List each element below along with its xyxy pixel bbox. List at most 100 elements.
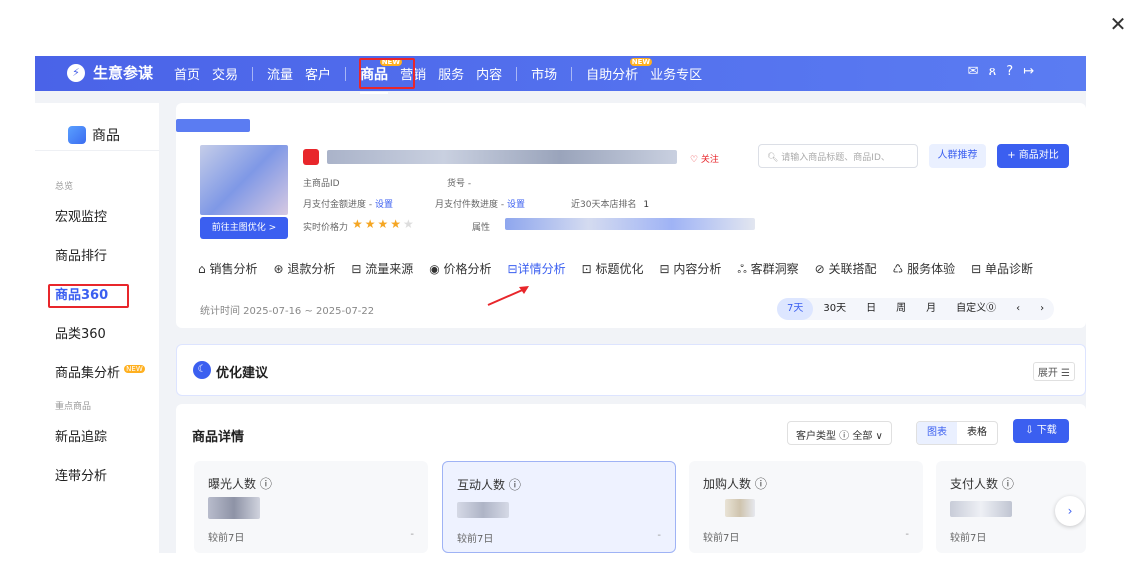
customer-type-select[interactable]: 客户类型 ⓘ 全部 ∨ [787, 421, 892, 445]
item-no-label: 货号 - [447, 179, 472, 189]
price-power-rating: ★★★★★ [352, 217, 416, 231]
goto-main-image-optimize-button[interactable]: 前往主图优化 > [200, 217, 288, 239]
metric-card-add-cart[interactable]: 加购人数 ⓘ 较前7日 - [689, 461, 923, 553]
nav-product[interactable]: 商品 NEW [354, 57, 403, 94]
progress-count-label: 月支付件数进度 - [435, 200, 505, 210]
help-icon[interactable]: ? [1006, 64, 1013, 79]
metric-change: - [657, 530, 661, 541]
stat-date-range: 统计时间 2025-07-16 ~ 2025-07-22 [200, 306, 375, 317]
logout-icon[interactable]: ↦ [1023, 64, 1034, 79]
set-amount-link[interactable]: 设置 [375, 200, 393, 210]
optimization-title: 优化建议 [216, 366, 269, 381]
product-search-input[interactable]: 🔍︎ 请输入商品标题、商品ID、 [758, 144, 918, 168]
set-count-link[interactable]: 设置 [507, 200, 525, 210]
metric-change: - [410, 529, 414, 540]
sidebar-item-product-set[interactable]: 商品集分析 NEW [35, 354, 159, 393]
period-day[interactable]: 日 [856, 298, 886, 320]
metrics-next-arrow-icon[interactable]: › [1055, 496, 1085, 526]
hot-icon [303, 149, 319, 165]
view-chart-button[interactable]: 图表 [917, 422, 957, 444]
period-custom[interactable]: 自定义⓪ [946, 298, 1006, 320]
tab-refund[interactable]: ⊛ 退款分析 [265, 260, 343, 278]
tab-price[interactable]: ◉ 价格分析 [421, 260, 499, 278]
sidebar-item-bundle-analysis[interactable]: 连带分析 [35, 457, 159, 496]
view-toggle: 图表 表格 [916, 421, 998, 445]
redacted-value [950, 501, 1012, 517]
nav-biz-zone[interactable]: 业务专区 [644, 64, 708, 83]
nav-divider [252, 66, 254, 81]
optimization-card: ☾ 优化建议 展开 ☰ [176, 344, 1086, 396]
detail-title: 商品详情 [192, 430, 245, 445]
redacted-value [208, 497, 260, 519]
search-placeholder: 请输入商品标题、商品ID、 [781, 153, 890, 163]
tab-title-optimize[interactable]: ⊡ 标题优化 [574, 260, 652, 278]
nav-customer[interactable]: 客户 [299, 64, 337, 83]
metric-card-interaction[interactable]: 互动人数 ⓘ 较前7日 - [442, 461, 676, 553]
progress-count: 月支付件数进度 - 设置 [435, 197, 525, 210]
nav-self-analysis-label: 自助分析 [586, 68, 639, 83]
progress-amount-label: 月支付金额进度 - [303, 200, 373, 210]
metric-change: - [905, 529, 909, 540]
redacted-value [725, 499, 755, 517]
mail-icon[interactable]: ✉ [968, 64, 979, 79]
expand-button[interactable]: 展开 ☰ [1032, 362, 1075, 381]
moon-icon: ☾ [193, 361, 211, 379]
nav-trade[interactable]: 交易 [206, 64, 244, 83]
sidebar-item-label: 商品集分析 [55, 366, 121, 381]
nav-self-analysis[interactable]: 自助分析 NEW [580, 58, 653, 83]
tab-audience[interactable]: ஃ 客群洞察 [729, 260, 806, 278]
tab-content[interactable]: ⊟ 内容分析 [652, 260, 730, 278]
rank-value: 1 [643, 200, 650, 210]
prev-arrow-icon[interactable]: ‹ [1006, 298, 1030, 320]
metric-label: 加购人数 ⓘ [703, 477, 767, 491]
tab-sales[interactable]: ⌂ 销售分析 [190, 260, 265, 278]
sidebar-item-new-tracking[interactable]: 新品追踪 [35, 418, 159, 457]
tab-bundle[interactable]: ⊘ 关联搭配 [807, 260, 885, 278]
sidebar-item-macro-monitor[interactable]: 宏观监控 [35, 198, 159, 237]
tab-service[interactable]: ♺ 服务体验 [885, 260, 964, 278]
brand[interactable]: ⚡ 生意参谋 [67, 62, 153, 83]
product-cube-icon [68, 126, 86, 144]
follow-button[interactable]: ♡ 关注 [690, 152, 719, 165]
brand-logo-icon: ⚡ [67, 63, 85, 82]
tab-traffic-source[interactable]: ⊟ 流量来源 [343, 260, 421, 278]
metric-card-exposure[interactable]: 曝光人数 ⓘ 较前7日 - [194, 461, 428, 553]
nav-home[interactable]: 首页 [168, 64, 206, 83]
redacted-product-title [327, 150, 677, 164]
sidebar-item-category-360[interactable]: 品类360 [35, 315, 159, 354]
close-icon[interactable]: ✕ [1108, 14, 1128, 34]
search-icon: 🔍︎ [767, 153, 782, 163]
view-table-button[interactable]: 表格 [957, 422, 997, 444]
sidebar-item-product-360[interactable]: 商品360 [35, 276, 159, 315]
period-month[interactable]: 月 [916, 298, 946, 320]
nav-service[interactable]: 服务 [432, 64, 470, 83]
crowd-recommend-button[interactable]: 人群推荐 [929, 144, 986, 168]
progress-amount: 月支付金额进度 - 设置 [303, 197, 393, 210]
product-thumbnail [200, 145, 288, 215]
user-icon[interactable]: ጸ [989, 64, 997, 79]
sidebar-item-product-rank[interactable]: 商品排行 [35, 237, 159, 276]
metric-comparison: 较前7日 [703, 533, 740, 544]
next-arrow-icon[interactable]: › [1030, 298, 1054, 320]
period-selector: 7天 30天 日 周 月 自定义⓪ ‹ › [777, 298, 1055, 320]
nav-traffic[interactable]: 流量 [261, 64, 299, 83]
period-week[interactable]: 周 [886, 298, 916, 320]
metric-label: 曝光人数 ⓘ [208, 477, 272, 491]
product-compare-button[interactable]: + 商品对比 [997, 144, 1069, 168]
period-7d[interactable]: 7天 [777, 298, 814, 320]
nav-marketing[interactable]: 营销 [394, 64, 432, 83]
nav-content[interactable]: 内容 [470, 64, 508, 83]
metric-comparison: 较前7日 [208, 533, 245, 544]
redacted-attributes [505, 218, 755, 230]
tab-diagnosis[interactable]: ⊟ 单品诊断 [963, 260, 1041, 278]
download-button[interactable]: ⇩ 下载 [1013, 419, 1069, 443]
sidebar-title: 商品 [92, 128, 120, 144]
analysis-tabs: ⌂ 销售分析 ⊛ 退款分析 ⊟ 流量来源 ◉ 价格分析 ⊟详情分析 ⊡ 标题优化… [190, 260, 1041, 278]
tab-detail[interactable]: ⊟详情分析 [500, 260, 574, 278]
nav-divider [345, 66, 347, 81]
nav-market[interactable]: 市场 [525, 64, 563, 83]
attr-label: 属性 [472, 223, 491, 233]
store-rank: 近30天本店排名 1 [571, 197, 649, 210]
metric-comparison: 较前7日 [950, 533, 987, 544]
period-30d[interactable]: 30天 [813, 298, 856, 320]
